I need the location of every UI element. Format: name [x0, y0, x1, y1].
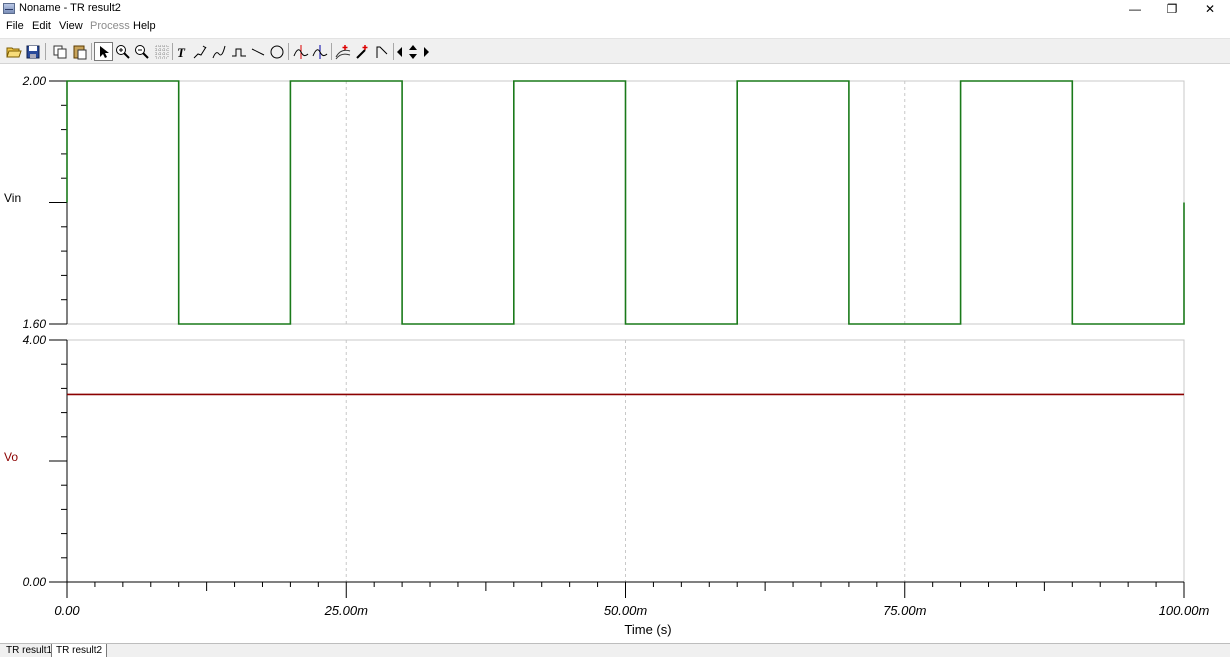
zoom-in-icon [115, 44, 130, 59]
save-button[interactable] [23, 42, 42, 61]
restore-button[interactable]: ❐ [1152, 0, 1192, 18]
circle-icon [270, 45, 283, 58]
arrow-right-icon [424, 46, 429, 57]
x-tick-label: 0.00 [54, 603, 80, 618]
line-button[interactable] [248, 42, 267, 61]
corner-icon [376, 46, 387, 58]
vin-ytick-bottom: 1.60 [23, 317, 47, 331]
zoom-out-button[interactable] [132, 42, 151, 61]
pointer-icon [99, 45, 109, 58]
pen-icon [193, 45, 206, 58]
toolbar-separator [288, 43, 289, 60]
menu-bar: File Edit View Process Help [0, 18, 1230, 36]
open-folder-icon [5, 47, 22, 57]
copy-icon [53, 45, 66, 58]
tab-tr-result2[interactable]: TR result2 [51, 644, 108, 657]
toolbar: T [0, 38, 1230, 64]
vin-ytick-top: 2.00 [22, 74, 47, 88]
menu-file[interactable]: File [6, 20, 24, 32]
cursor-b-icon [312, 44, 327, 59]
pan-left-button[interactable] [395, 42, 405, 61]
vo-ytick-bottom: 0.00 [23, 575, 47, 589]
vo-ytick-top: 4.00 [23, 333, 47, 347]
time-axis-label: Time (s) [624, 622, 671, 637]
grid-button[interactable] [152, 42, 171, 61]
window-title: Noname - TR result2 [19, 2, 121, 14]
circle-button[interactable] [267, 42, 286, 61]
menu-help[interactable]: Help [133, 20, 156, 32]
menu-process[interactable]: Process [90, 20, 130, 32]
minimize-button[interactable]: — [1115, 0, 1155, 18]
pointer-button[interactable] [94, 42, 113, 61]
cursor-a-icon [293, 44, 308, 59]
save-icon [26, 45, 39, 58]
transient-plot: Vin 2.00 1.60 Vo 4.00 0.00 Time (s) 0.00… [4, 74, 1210, 637]
line-icon [251, 48, 264, 55]
cursor-a-button[interactable] [291, 42, 310, 61]
svg-text:T: T [177, 45, 186, 59]
time-axis: Time (s) 0.00 25.00m 50.00m 75.00m 100.00m [49, 581, 1210, 637]
zoom-out-icon [134, 44, 149, 59]
toolbar-separator [91, 43, 92, 60]
pan-right-button[interactable] [421, 42, 431, 61]
arrow-left-icon [397, 46, 402, 57]
pen-button[interactable] [190, 42, 209, 61]
x-tick-label: 25.00m [324, 603, 369, 618]
corner-button[interactable] [372, 42, 391, 61]
menu-view[interactable]: View [59, 20, 83, 32]
pen-curve-icon [212, 45, 225, 58]
x-tick-label: 100.00m [1159, 603, 1210, 618]
paste-icon [73, 45, 86, 59]
tab-tr-result1[interactable]: TR result1 [2, 644, 58, 657]
arrow-updown-icon [409, 44, 417, 59]
cursor-b-button[interactable] [310, 42, 329, 61]
toolbar-separator [45, 43, 46, 60]
vo-axis-label: Vo [4, 450, 18, 464]
toolbar-separator [331, 43, 332, 60]
vin-panel: Vin 2.00 1.60 [4, 74, 1185, 331]
x-tick-label: 50.00m [604, 603, 648, 618]
marker-button[interactable] [352, 42, 371, 61]
toolbar-separator [393, 43, 394, 60]
app-icon [3, 3, 15, 14]
close-button[interactable]: ✕ [1190, 0, 1230, 18]
menu-edit[interactable]: Edit [32, 20, 51, 32]
open-button[interactable] [4, 42, 23, 61]
text-icon: T [177, 45, 186, 59]
marker-icon [355, 44, 367, 59]
step-button[interactable] [229, 42, 248, 61]
paste-button[interactable] [70, 42, 89, 61]
copy-button[interactable] [50, 42, 69, 61]
vin-axis-label: Vin [4, 191, 21, 205]
vo-panel: Vo 4.00 0.00 [4, 333, 1185, 589]
grid-icon [155, 45, 168, 58]
curve-add-button[interactable] [333, 42, 352, 61]
step-icon [231, 48, 246, 56]
zoom-in-button[interactable] [113, 42, 132, 61]
pan-updown-button[interactable] [406, 42, 420, 61]
curve-add-icon [335, 44, 350, 59]
title-bar: Noname - TR result2 — ❐ ✕ [0, 0, 1230, 18]
result-tabs: TR result1 TR result2 [0, 643, 1230, 657]
text-button[interactable]: T [172, 42, 191, 61]
pen-curve-button[interactable] [209, 42, 228, 61]
x-tick-label: 75.00m [883, 603, 927, 618]
